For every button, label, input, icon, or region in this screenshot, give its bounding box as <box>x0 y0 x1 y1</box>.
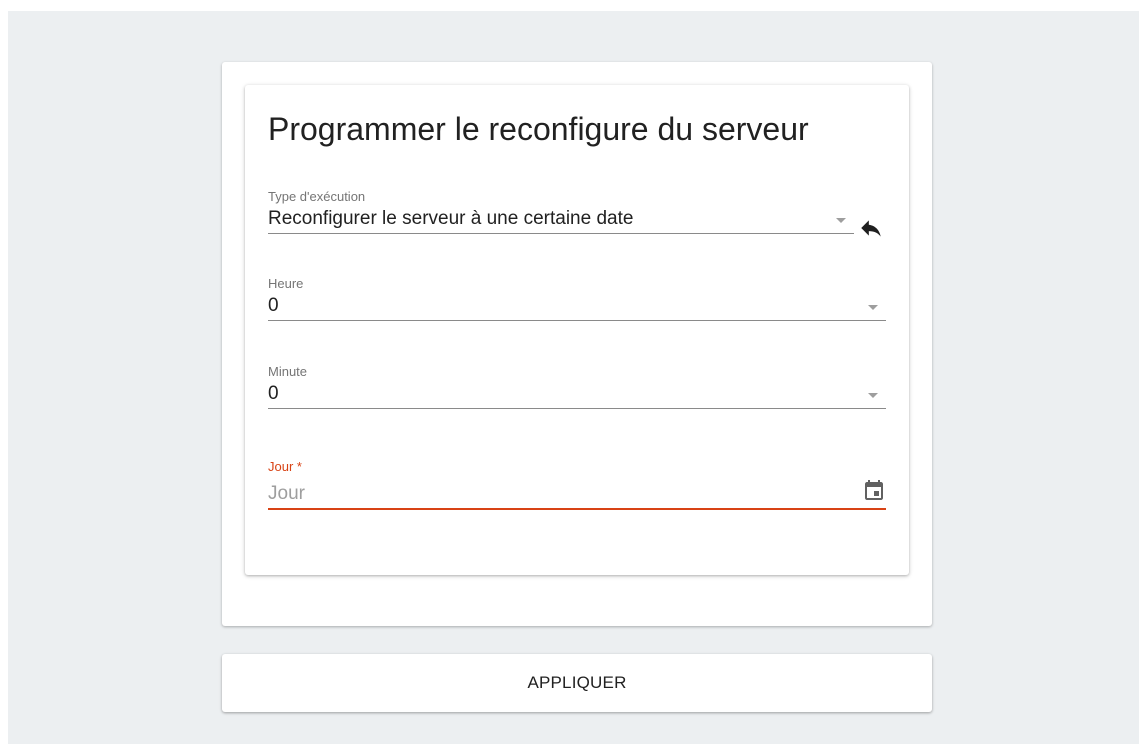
day-input[interactable] <box>268 483 828 505</box>
execution-type-label: Type d'exécution <box>268 189 366 204</box>
chevron-down-icon[interactable] <box>868 305 878 310</box>
day-control[interactable] <box>268 474 886 510</box>
chevron-down-icon[interactable] <box>836 218 846 223</box>
minute-control[interactable]: 0 <box>268 379 886 409</box>
calendar-icon[interactable] <box>862 479 886 503</box>
day-label: Jour * <box>268 459 302 474</box>
minute-select[interactable]: Minute 0 <box>268 364 886 409</box>
day-date-field: Jour * <box>268 459 886 510</box>
execution-type-value[interactable]: Reconfigurer le serveur à une certaine d… <box>268 208 633 230</box>
hour-control[interactable]: 0 <box>268 291 886 321</box>
schedule-panel: Programmer le reconfigure du serveur Typ… <box>222 62 932 626</box>
minute-value[interactable]: 0 <box>268 383 279 405</box>
minute-label: Minute <box>268 364 308 379</box>
schedule-form-card: Programmer le reconfigure du serveur Typ… <box>245 85 909 575</box>
execution-type-select[interactable]: Type d'exécution Reconfigurer le serveur… <box>268 189 854 234</box>
chevron-down-icon[interactable] <box>868 393 878 398</box>
apply-button[interactable]: APPLIQUER <box>222 654 932 712</box>
execution-type-control[interactable]: Reconfigurer le serveur à une certaine d… <box>268 204 854 234</box>
hour-value[interactable]: 0 <box>268 295 279 317</box>
undo-arrow-icon[interactable] <box>858 215 884 241</box>
page-title: Programmer le reconfigure du serveur <box>268 111 809 147</box>
hour-select[interactable]: Heure 0 <box>268 276 886 321</box>
page-background: Programmer le reconfigure du serveur Typ… <box>8 11 1139 744</box>
hour-label: Heure <box>268 276 304 291</box>
